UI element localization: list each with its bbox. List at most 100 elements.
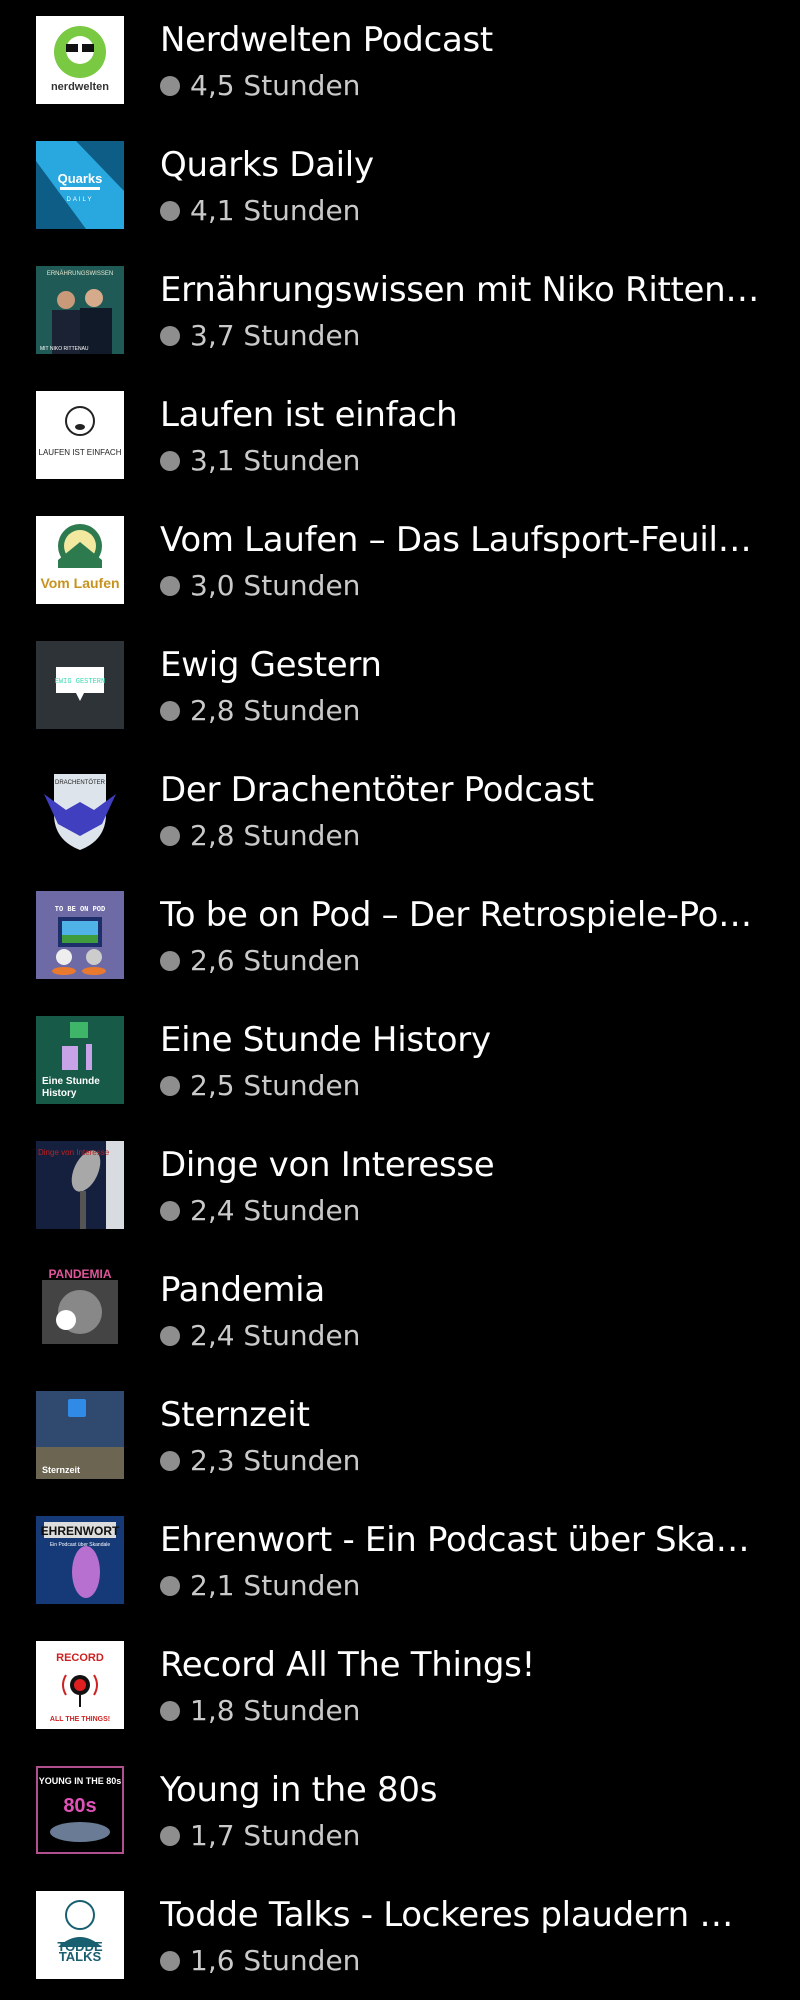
svg-text:Sternzeit: Sternzeit — [42, 1465, 80, 1475]
podcast-list-item[interactable]: YOUNG IN THE 80s 80s Young in the 80s 1,7… — [0, 1750, 800, 1875]
bullet-dot-icon — [160, 1701, 180, 1721]
podcast-artwork: RECORD ALL THE THINGS! — [36, 1641, 124, 1729]
podcast-artwork: EWIG GESTERN — [36, 641, 124, 729]
podcast-listening-time: 2,5 Stunden — [160, 1066, 360, 1106]
drachen-cover-icon: DRACHENTÖTER — [36, 766, 124, 854]
podcast-list-item[interactable]: EHRENWORT Ein Podcast über Skandale Ehren… — [0, 1500, 800, 1625]
vomlaufen-cover-icon: Vom Laufen — [36, 516, 124, 604]
podcast-title: Ernährungswissen mit Niko Rittenau — [160, 270, 760, 310]
podcast-listening-time: 1,7 Stunden — [160, 1816, 360, 1856]
podcast-artwork: TALKS TODDE — [36, 1891, 124, 1979]
svg-text:EHRENWORT: EHRENWORT — [41, 1524, 120, 1538]
svg-text:nerdwelten: nerdwelten — [51, 81, 109, 93]
podcast-title: Der Drachentöter Podcast — [160, 770, 594, 810]
podcast-duration: 2,8 Stunden — [190, 819, 361, 852]
svg-text:80s: 80s — [63, 1795, 96, 1817]
podcast-listening-time: 2,4 Stunden — [160, 1191, 360, 1231]
ernaehrung-cover-icon: ERNÄHRUNGSWISSEN MIT NIKO RITTENAU — [36, 266, 124, 354]
svg-text:Vom Laufen: Vom Laufen — [40, 575, 119, 591]
podcast-listening-time: 2,6 Stunden — [160, 941, 360, 981]
svg-text:RECORD: RECORD — [56, 1652, 104, 1664]
podcast-artwork: Sternzeit — [36, 1391, 124, 1479]
podcast-artwork: EHRENWORT Ein Podcast über Skandale — [36, 1516, 124, 1604]
podcast-artwork: LAUFEN IST EINFACH — [36, 391, 124, 479]
bullet-dot-icon — [160, 951, 180, 971]
bullet-dot-icon — [160, 1326, 180, 1346]
svg-text:LAUFEN IST EINFACH: LAUFEN IST EINFACH — [39, 448, 122, 457]
bullet-dot-icon — [160, 1451, 180, 1471]
podcast-listening-time: 4,1 Stunden — [160, 191, 360, 231]
bullet-dot-icon — [160, 701, 180, 721]
podcast-duration: 3,0 Stunden — [190, 569, 361, 602]
podcast-title: Ehrenwort - Ein Podcast über Skand... — [160, 1520, 760, 1560]
podcast-listening-time: 2,8 Stunden — [160, 691, 360, 731]
podcast-list-item[interactable]: TALKS TODDE Todde Talks - Lockeres plaude… — [0, 1875, 800, 2000]
bullet-dot-icon — [160, 1076, 180, 1096]
podcast-list-item[interactable]: DRACHENTÖTER Der Drachentöter Podcast 2,… — [0, 750, 800, 875]
svg-text:TODDE: TODDE — [57, 1939, 103, 1954]
podcast-title: Laufen ist einfach — [160, 395, 458, 435]
podcast-duration: 1,6 Stunden — [190, 1944, 361, 1977]
podcast-list-item[interactable]: Vom Laufen Vom Laufen – Das Laufsport-Fe… — [0, 500, 800, 625]
podcast-artwork: Eine Stunde History — [36, 1016, 124, 1104]
bullet-dot-icon — [160, 201, 180, 221]
podcast-list-item[interactable]: RECORD ALL THE THINGS! Record All The Thi… — [0, 1625, 800, 1750]
podcast-list-item[interactable]: TO BE ON POD To be on Pod – Der Retrospi… — [0, 875, 800, 1000]
podcast-list-item[interactable]: PANDEMIA Pandemia 2,4 Stunden — [0, 1250, 800, 1375]
podcast-list-item[interactable]: Dinge von Interesse Dinge von Interesse … — [0, 1125, 800, 1250]
record-cover-icon: RECORD ALL THE THINGS! — [36, 1641, 124, 1729]
svg-text:Ein Podcast über Skandale: Ein Podcast über Skandale — [50, 1542, 111, 1548]
svg-text:MIT NIKO RITTENAU: MIT NIKO RITTENAU — [40, 346, 89, 352]
podcast-list-item[interactable]: nerdwelten Nerdwelten Podcast 4,5 Stunde… — [0, 0, 800, 125]
podcast-list-item[interactable]: Sternzeit Sternzeit 2,3 Stunden — [0, 1375, 800, 1500]
podcast-listening-time: 2,4 Stunden — [160, 1316, 360, 1356]
dinge-cover-icon: Dinge von Interesse — [36, 1141, 124, 1229]
podcast-title: Dinge von Interesse — [160, 1145, 495, 1185]
pandemia-cover-icon: PANDEMIA — [36, 1266, 124, 1354]
sternzeit-cover-icon: Sternzeit — [36, 1391, 124, 1479]
podcast-artwork: DRACHENTÖTER — [36, 766, 124, 854]
podcast-duration: 2,4 Stunden — [190, 1194, 361, 1227]
podcast-title: Sternzeit — [160, 1395, 310, 1435]
ehrenwort-cover-icon: EHRENWORT Ein Podcast über Skandale — [36, 1516, 124, 1604]
podcast-duration: 1,8 Stunden — [190, 1694, 361, 1727]
podcast-title: Ewig Gestern — [160, 645, 382, 685]
podcast-artwork: PANDEMIA — [36, 1266, 124, 1354]
podcast-artwork: ERNÄHRUNGSWISSEN MIT NIKO RITTENAU — [36, 266, 124, 354]
podcast-title: Vom Laufen – Das Laufsport-Feuillet... — [160, 520, 760, 560]
podcast-list-item[interactable]: Eine Stunde History Eine Stunde History 2… — [0, 1000, 800, 1125]
podcast-listening-time: 1,8 Stunden — [160, 1691, 360, 1731]
podcast-duration: 1,7 Stunden — [190, 1819, 361, 1852]
svg-text:ALL THE THINGS!: ALL THE THINGS! — [50, 1716, 110, 1723]
podcast-list-item[interactable]: EWIG GESTERN Ewig Gestern 2,8 Stunden — [0, 625, 800, 750]
podcast-title: Eine Stunde History — [160, 1020, 491, 1060]
svg-text:PANDEMIA: PANDEMIA — [48, 1267, 111, 1281]
podcast-list-item[interactable]: LAUFEN IST EINFACH Laufen ist einfach 3,… — [0, 375, 800, 500]
bullet-dot-icon — [160, 1201, 180, 1221]
podcast-artwork: Quarks DAILY — [36, 141, 124, 229]
podcast-listening-time: 4,5 Stunden — [160, 66, 360, 106]
podcast-artwork: TO BE ON POD — [36, 891, 124, 979]
svg-text:Quarks: Quarks — [58, 171, 103, 186]
svg-text:DRACHENTÖTER: DRACHENTÖTER — [55, 779, 106, 786]
quarks-cover-icon: Quarks DAILY — [36, 141, 124, 229]
podcast-listening-time: 3,7 Stunden — [160, 316, 360, 356]
bullet-dot-icon — [160, 1951, 180, 1971]
bullet-dot-icon — [160, 326, 180, 346]
bullet-dot-icon — [160, 76, 180, 96]
podcast-title: Pandemia — [160, 1270, 325, 1310]
svg-text:YOUNG IN THE 80s: YOUNG IN THE 80s — [39, 1776, 122, 1786]
bullet-dot-icon — [160, 576, 180, 596]
podcast-listening-time: 3,1 Stunden — [160, 441, 360, 481]
svg-text:EWIG GESTERN: EWIG GESTERN — [55, 678, 105, 686]
svg-text:ERNÄHRUNGSWISSEN: ERNÄHRUNGSWISSEN — [47, 270, 113, 277]
podcast-listening-time: 2,3 Stunden — [160, 1441, 360, 1481]
podcast-duration: 3,7 Stunden — [190, 319, 361, 352]
podcast-list-item[interactable]: ERNÄHRUNGSWISSEN MIT NIKO RITTENAU Ernähr… — [0, 250, 800, 375]
podcast-duration: 2,4 Stunden — [190, 1319, 361, 1352]
podcast-listening-time: 3,0 Stunden — [160, 566, 360, 606]
podcast-list-item[interactable]: Quarks DAILY Quarks Daily 4,1 Stunden — [0, 125, 800, 250]
podcast-title: To be on Pod – Der Retrospiele-Podc... — [160, 895, 760, 935]
podcast-listening-time: 2,1 Stunden — [160, 1566, 360, 1606]
podcast-title: Record All The Things! — [160, 1645, 535, 1685]
